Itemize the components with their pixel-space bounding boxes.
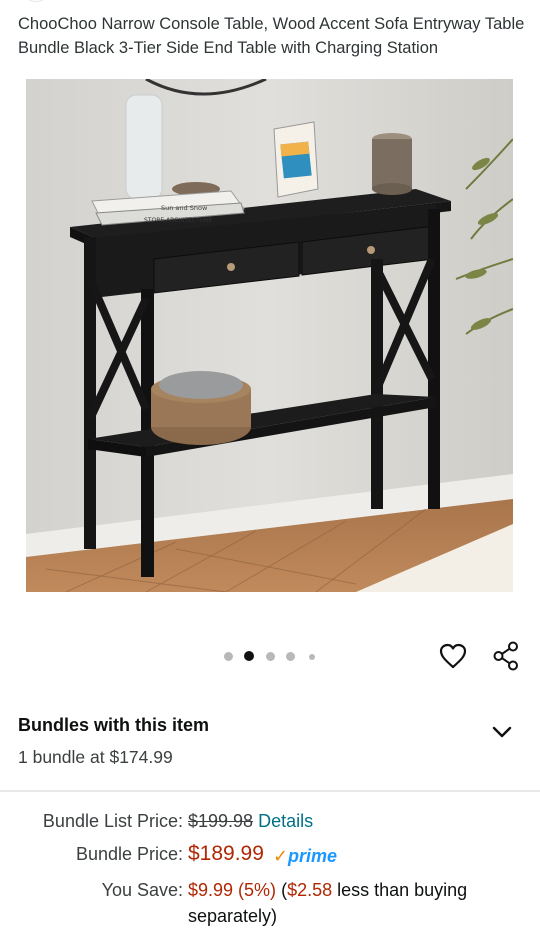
chevron-down-icon[interactable] bbox=[490, 722, 514, 742]
carousel-dot-active[interactable] bbox=[244, 651, 254, 661]
you-save-label: You Save: bbox=[101, 880, 183, 900]
section-divider bbox=[0, 790, 540, 792]
product-image[interactable]: Sun and Snow STORE ARCHITECTURE bbox=[26, 79, 513, 592]
you-save-compare: $2.58 bbox=[287, 880, 333, 900]
bundles-subtitle: 1 bundle at $174.99 bbox=[18, 747, 173, 767]
product-title: ChooChoo Narrow Console Table, Wood Acce… bbox=[18, 15, 525, 57]
heart-outline-icon bbox=[439, 643, 467, 669]
details-link[interactable]: Details bbox=[258, 811, 313, 831]
carousel-dot[interactable] bbox=[224, 652, 233, 661]
prime-badge: ✓prime bbox=[273, 843, 337, 869]
carousel-dot[interactable] bbox=[266, 652, 275, 661]
bundles-title: Bundles with this item bbox=[18, 715, 210, 735]
you-save-value: $9.99 (5%) ($2.58 less than buying separ… bbox=[188, 877, 518, 929]
bundle-price-value: $189.99 bbox=[188, 842, 264, 865]
bundle-price-label: Bundle Price: bbox=[75, 844, 183, 864]
carousel-dot[interactable] bbox=[286, 652, 295, 661]
carousel-dot[interactable] bbox=[309, 654, 315, 660]
book-spine-text: STORE ARCHITECTURE bbox=[144, 217, 212, 224]
bundles-section[interactable]: Bundles with this item 1 bundle at $174.… bbox=[0, 700, 540, 790]
you-save-open: ( bbox=[276, 880, 288, 900]
list-price-label: Bundle List Price: bbox=[42, 811, 183, 831]
share-button[interactable] bbox=[489, 639, 523, 673]
you-save-amount: $9.99 (5%) bbox=[188, 880, 277, 900]
list-price-value: $199.98 bbox=[188, 811, 254, 831]
share-icon bbox=[493, 641, 518, 671]
top-edge bbox=[0, 0, 540, 4]
wishlist-button[interactable] bbox=[436, 639, 470, 673]
book-title-text: Sun and Snow bbox=[161, 204, 208, 212]
console-table-photo: Sun and Snow STORE ARCHITECTURE bbox=[26, 79, 513, 592]
prime-label: prime bbox=[288, 846, 338, 866]
prime-check-icon: ✓ bbox=[272, 846, 289, 866]
